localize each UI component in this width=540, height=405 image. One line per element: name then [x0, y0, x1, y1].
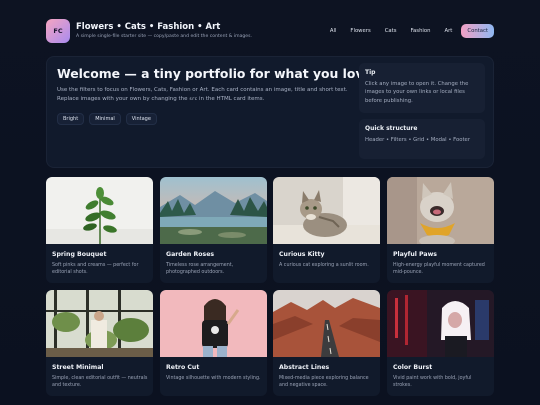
chip-minimal[interactable]: Minimal [89, 113, 121, 125]
chip-bright[interactable]: Bright [57, 113, 85, 125]
nav-flowers[interactable]: Flowers [345, 24, 375, 38]
quick-structure-text: Header • Filters • Grid • Modal • Footer [365, 137, 470, 143]
quick-structure-box: Quick structure Header • Filters • Grid … [359, 119, 485, 159]
tip-box: Tip Click any image to open it. Change t… [359, 63, 485, 113]
card-description: A curious cat exploring a sunlit room. [279, 263, 369, 268]
card-image-cat[interactable] [273, 177, 380, 244]
card-image-greenhouse[interactable] [46, 290, 153, 357]
card-title: Spring Bouquet [52, 251, 107, 258]
hero-desc-code: src [189, 96, 198, 102]
card-abstract-lines[interactable]: Abstract Lines Mixed-media piece explori… [273, 290, 380, 396]
card-image-road[interactable] [273, 290, 380, 357]
card-description: High-energy playful moment captured mid-… [393, 263, 485, 275]
hero-panel: Welcome — a tiny portfolio for what you … [46, 56, 494, 168]
card-title: Street Minimal [52, 364, 104, 371]
site-header: FC Flowers • Cats • Fashion • Art A simp… [46, 19, 494, 45]
hero-description: Use the filters to focus on Flowers, Cat… [57, 86, 355, 104]
card-description: Vintage silhouette with modern styling. [166, 376, 261, 381]
card-description: Soft pinks and creams — perfect for edit… [52, 263, 139, 275]
nav-fashion[interactable]: Fashion [406, 24, 436, 38]
chip-vintage[interactable]: Vintage [125, 113, 157, 125]
style-chips: Bright Minimal Vintage [57, 113, 157, 125]
card-description: Timeless rose arrangement, photographed … [166, 263, 234, 275]
card-description: Mixed-media piece exploring balance and … [279, 376, 369, 388]
card-garden-roses[interactable]: Garden Roses Timeless rose arrangement, … [160, 177, 267, 283]
site-subtitle: A simple single-file starter site — copy… [76, 34, 252, 39]
contact-button[interactable]: Contact [461, 24, 494, 38]
card-spring-bouquet[interactable]: Spring Bouquet Soft pinks and creams — p… [46, 177, 153, 283]
card-description: Simple, clean editorial outfit — neutral… [52, 376, 148, 388]
main-nav: All Flowers Cats Fashion Art Contact [325, 24, 494, 38]
card-retro-cut[interactable]: Retro Cut Vintage silhouette with modern… [160, 290, 267, 396]
card-title: Abstract Lines [279, 364, 330, 371]
nav-art[interactable]: Art [440, 24, 458, 38]
card-title: Curious Kitty [279, 251, 325, 258]
nav-cats[interactable]: Cats [380, 24, 402, 38]
tip-text: Click any image to open it. Change the i… [365, 81, 469, 104]
card-image-landscape[interactable] [160, 177, 267, 244]
card-playful-paws[interactable]: Playful Paws High-energy playful moment … [387, 177, 494, 283]
card-street-minimal[interactable]: Street Minimal Simple, clean editorial o… [46, 290, 153, 396]
nav-all[interactable]: All [325, 24, 342, 38]
card-image-plant[interactable] [46, 177, 153, 244]
card-title: Garden Roses [166, 251, 215, 258]
tip-title: Tip [365, 69, 376, 76]
card-color-burst[interactable]: Color Burst Vivid paint work with bold, … [387, 290, 494, 396]
hero-desc-text-end: in the HTML card items. [197, 95, 265, 102]
site-logo[interactable]: FC [46, 19, 70, 43]
card-description: Vivid paint work with bold, joyful strok… [393, 376, 472, 388]
quick-structure-title: Quick structure [365, 125, 418, 132]
card-title: Retro Cut [166, 364, 200, 371]
card-curious-kitty[interactable]: Curious Kitty A curious cat exploring a … [273, 177, 380, 283]
card-image-cat-scarf[interactable] [387, 177, 494, 244]
site-title: Flowers • Cats • Fashion • Art [76, 22, 221, 32]
card-image-fashion-model[interactable] [160, 290, 267, 357]
hero-title: Welcome — a tiny portfolio for what you … [57, 66, 372, 81]
card-title: Playful Paws [393, 251, 437, 258]
card-image-neon-portrait[interactable] [387, 290, 494, 357]
card-title: Color Burst [393, 364, 433, 371]
